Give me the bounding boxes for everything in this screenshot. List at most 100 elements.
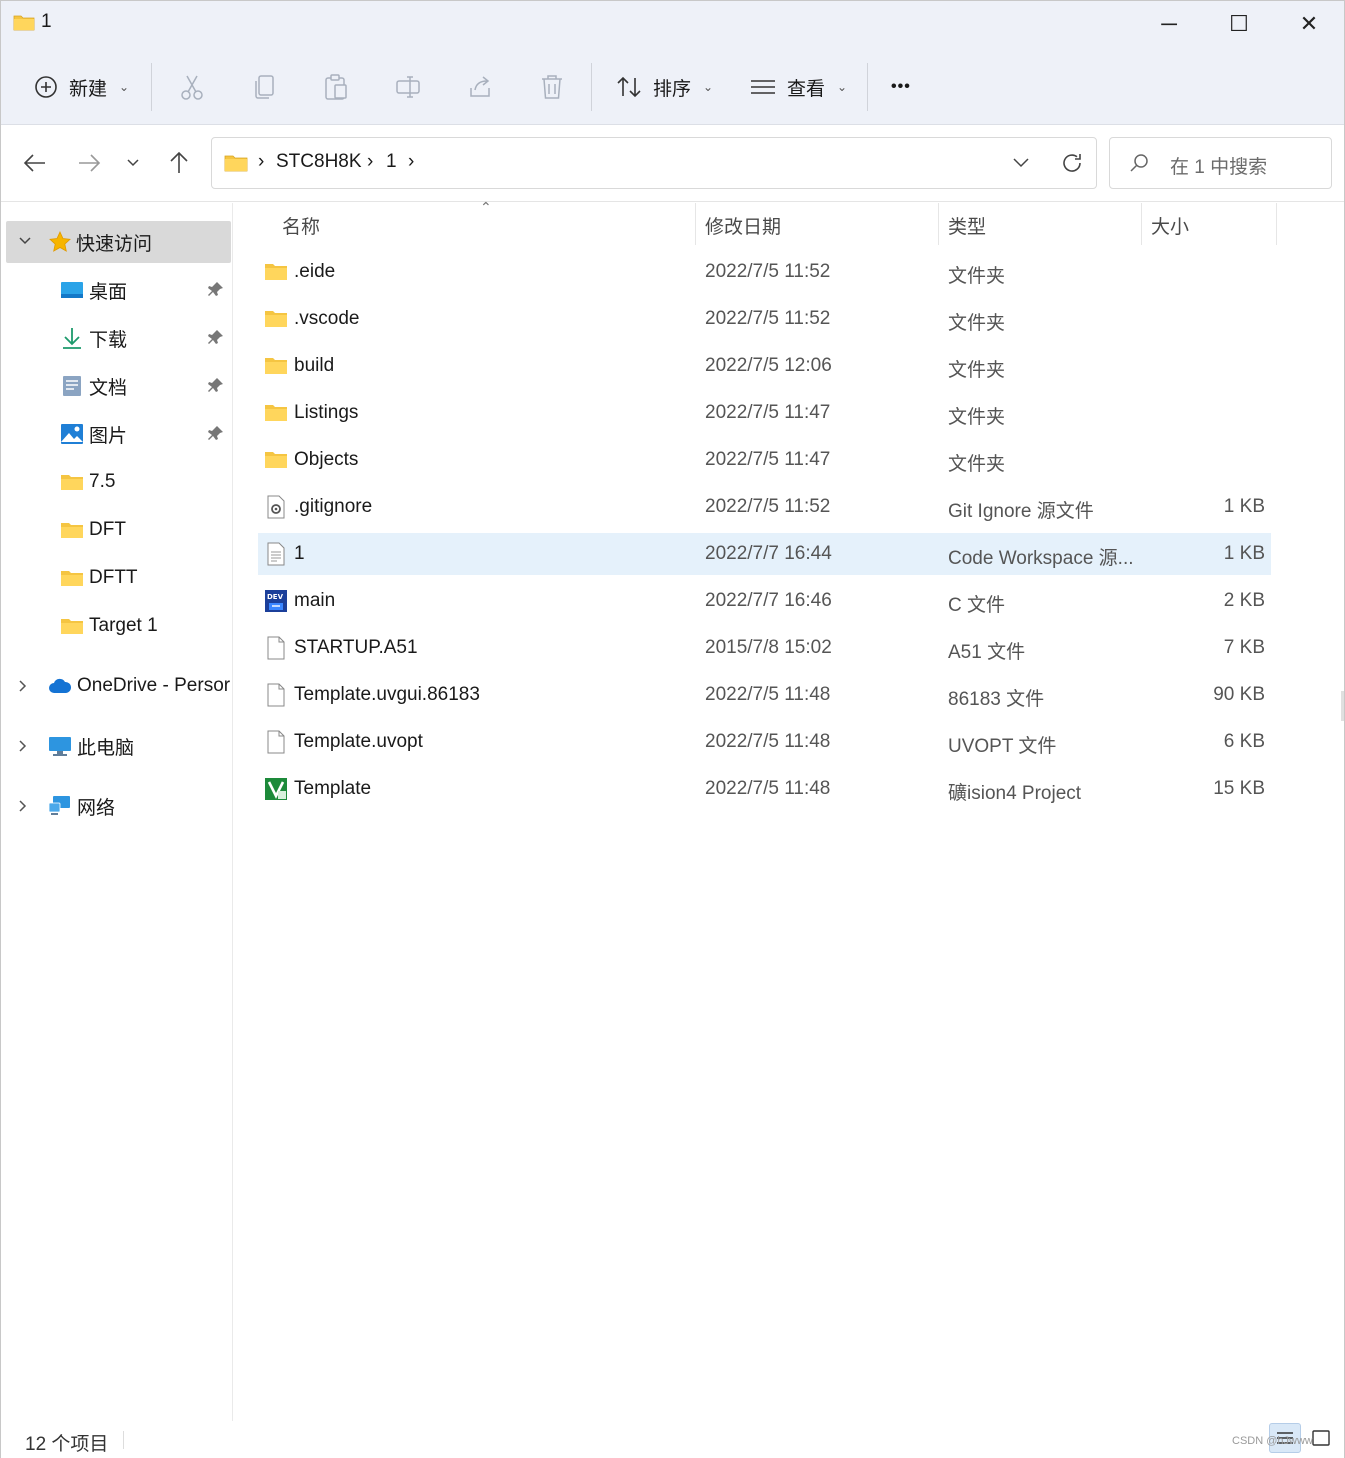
- sidebar-item-label: 图片: [89, 425, 128, 447]
- cloud-icon: [49, 678, 72, 693]
- pin-icon[interactable]: [208, 425, 224, 443]
- file-size: 1 KB: [1223, 496, 1265, 517]
- file-type: 文件夹: [948, 313, 1006, 334]
- new-button[interactable]: 新建 ⌄: [33, 65, 129, 109]
- file-name: STARTUP.A51: [294, 637, 418, 658]
- sidebar-item-7-5[interactable]: 7.5: [6, 461, 231, 503]
- copy-button[interactable]: [253, 65, 277, 109]
- file-type: 文件夹: [948, 360, 1006, 381]
- column-divider[interactable]: [1141, 203, 1142, 245]
- table-row[interactable]: Objects 2022/7/5 11:47 文件夹: [258, 439, 1271, 481]
- table-row[interactable]: Template.uvgui.86183 2022/7/5 11:48 86183 …: [258, 674, 1271, 716]
- sidebar-item-label: 桌面: [89, 281, 128, 303]
- recent-locations-button[interactable]: [113, 145, 153, 181]
- tiles-view-icon: [1312, 1430, 1330, 1446]
- sidebar-item-target-1[interactable]: Target 1: [6, 605, 231, 647]
- file-size: 15 KB: [1213, 778, 1265, 799]
- rename-icon: [396, 76, 420, 98]
- pin-icon[interactable]: [208, 377, 224, 395]
- rename-button[interactable]: [395, 65, 421, 109]
- cut-button[interactable]: [179, 65, 205, 109]
- refresh-icon[interactable]: [1060, 151, 1084, 175]
- address-bar[interactable]: › STC8H8K › 1 ›: [211, 137, 1097, 189]
- file-type: 文件夹: [948, 266, 1006, 287]
- table-row[interactable]: STARTUP.A51 2015/7/8 15:02 A51 文件 7 KB: [258, 627, 1271, 669]
- sidebar-item-dft[interactable]: DFT: [6, 509, 231, 551]
- scrollbar[interactable]: [1341, 691, 1344, 721]
- sidebar-item-network[interactable]: 网络: [6, 785, 231, 827]
- folder-icon: [264, 448, 288, 472]
- divider: [123, 1431, 124, 1449]
- sidebar-item-desktop[interactable]: 桌面: [6, 269, 231, 311]
- column-divider[interactable]: [695, 203, 696, 245]
- divider: [151, 63, 152, 111]
- column-divider[interactable]: [938, 203, 939, 245]
- sidebar-item-pictures[interactable]: 图片: [6, 413, 231, 455]
- window-title: 1: [41, 11, 52, 32]
- chevron-right-icon[interactable]: [18, 799, 28, 813]
- table-row[interactable]: build 2022/7/5 12:06 文件夹: [258, 345, 1271, 387]
- table-row[interactable]: Template.uvopt 2022/7/5 11:48 UVOPT 文件 6 KB: [258, 721, 1271, 763]
- pin-icon[interactable]: [208, 329, 224, 347]
- file-name: Template: [294, 778, 372, 799]
- up-button[interactable]: [159, 145, 199, 181]
- maximize-icon: ☐: [1229, 11, 1249, 36]
- forward-button[interactable]: [69, 145, 109, 181]
- more-options-button[interactable]: •••: [891, 65, 911, 109]
- sidebar-item-onedrive[interactable]: OneDrive - Persor: [6, 665, 231, 707]
- minimize-button[interactable]: ─: [1134, 1, 1204, 47]
- file-date: 2022/7/5 11:47: [705, 402, 831, 423]
- breadcrumb-stc8h8k[interactable]: STC8H8K: [276, 151, 362, 173]
- search-box[interactable]: 在 1 中搜索: [1109, 137, 1332, 189]
- pin-icon[interactable]: [208, 281, 224, 299]
- column-divider[interactable]: [1276, 203, 1277, 245]
- folder-icon: [264, 401, 288, 425]
- column-header-name[interactable]: 名称: [282, 212, 320, 239]
- sidebar-item-quick-access[interactable]: 快速访问: [6, 221, 231, 263]
- sidebar-item-this-pc[interactable]: 此电脑: [6, 725, 231, 767]
- table-row[interactable]: .vscode 2022/7/5 11:52 文件夹: [258, 298, 1271, 340]
- table-row[interactable]: Listings 2022/7/5 11:47 文件夹: [258, 392, 1271, 434]
- sort-ascending-icon: ⌃: [480, 199, 492, 215]
- file-date: 2022/7/5 11:48: [705, 731, 831, 752]
- table-row[interactable]: 1 2022/7/7 16:44 Code Workspace 源... 1 KB: [258, 533, 1271, 575]
- column-header-size[interactable]: 大小: [1151, 212, 1189, 239]
- divider: [867, 63, 868, 111]
- maximize-button[interactable]: ☐: [1204, 1, 1274, 47]
- share-button[interactable]: [467, 65, 493, 109]
- sidebar-item-documents[interactable]: 文档: [6, 365, 231, 407]
- sidebar-item-dftt[interactable]: DFTT: [6, 557, 231, 599]
- chevron-right-icon[interactable]: [18, 739, 28, 753]
- view-button[interactable]: 查看 ⌄: [749, 65, 847, 109]
- column-header-type[interactable]: 类型: [948, 212, 986, 239]
- paste-button[interactable]: [323, 65, 349, 109]
- address-history-chevron-icon[interactable]: [1012, 157, 1030, 169]
- computer-icon: [49, 737, 71, 756]
- table-row[interactable]: .eide 2022/7/5 11:52 文件夹: [258, 251, 1271, 293]
- table-row[interactable]: .gitignore 2022/7/5 11:52 Git Ignore 源文件 1 …: [258, 486, 1271, 528]
- chevron-down-icon[interactable]: [18, 236, 32, 246]
- sort-icon: [617, 76, 641, 98]
- table-row[interactable]: DEV main 2022/7/7 16:46 C 文件 2 KB: [258, 580, 1271, 622]
- folder-icon: [224, 155, 248, 172]
- sidebar-item-label: DFTT: [89, 567, 138, 588]
- close-button[interactable]: ✕: [1274, 1, 1344, 47]
- table-row[interactable]: Template 2022/7/5 11:48 礦ision4 Project 15 …: [258, 768, 1271, 810]
- folder-icon: [61, 475, 83, 490]
- sort-button[interactable]: 排序 ⌄: [615, 65, 713, 109]
- sidebar-item-downloads[interactable]: 下载: [6, 317, 231, 359]
- file-explorer-window: 1 ─ ☐ ✕ 新建 ⌄ 排序 ⌄ 查看 ⌄ ••• › STC8H8K › 1…: [0, 0, 1345, 1458]
- column-header-date[interactable]: 修改日期: [705, 212, 781, 239]
- file-size: 6 KB: [1223, 731, 1265, 752]
- chevron-down-icon: ⌄: [837, 80, 848, 94]
- chevron-right-icon[interactable]: [18, 679, 28, 693]
- folder-icon: [264, 354, 288, 378]
- breadcrumb-1[interactable]: 1: [386, 151, 397, 173]
- text-file-icon: [264, 542, 288, 566]
- delete-button[interactable]: [539, 65, 565, 109]
- copy-icon: [255, 75, 274, 99]
- folder-icon: [61, 619, 83, 634]
- sidebar-item-label: 文档: [89, 377, 128, 399]
- minimize-icon: ─: [1161, 11, 1177, 36]
- back-button[interactable]: [15, 145, 55, 181]
